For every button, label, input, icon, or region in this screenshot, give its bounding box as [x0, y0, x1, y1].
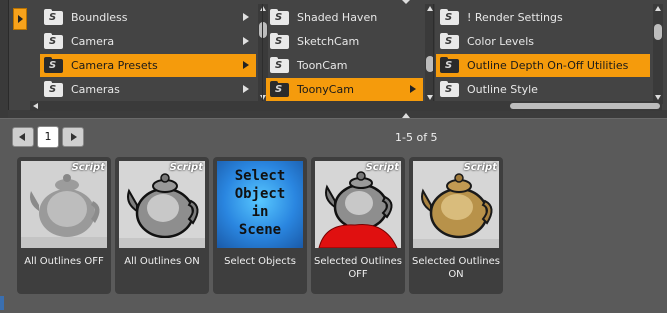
teapot-icon	[119, 161, 205, 248]
folder-item-shaded-haven[interactable]: S Shaded Haven	[266, 6, 423, 29]
tile-select-objects[interactable]: Select Object in Scene Select Objects	[213, 157, 307, 294]
expand-arrow-icon[interactable]	[243, 85, 249, 93]
folder-item-render-settings[interactable]: S ! Render Settings	[436, 6, 650, 29]
tile-label: All Outlines OFF	[24, 256, 104, 267]
arrow-left-icon	[19, 133, 25, 141]
folder-icon: S	[440, 34, 459, 49]
script-badge: Script	[71, 162, 105, 173]
scroll-left-icon[interactable]	[33, 103, 38, 109]
folder-label: Camera	[71, 35, 115, 48]
content-browser: S Boundless S Camera S Camera Presets S …	[0, 0, 667, 118]
expand-arrow-icon[interactable]	[243, 13, 249, 21]
page-number-field[interactable]: 1	[37, 126, 59, 148]
folder-icon: S	[270, 58, 289, 73]
expand-arrow-icon[interactable]	[243, 61, 249, 69]
folder-label: Color Levels	[467, 35, 534, 48]
tile-thumbnail: Select Object in Scene	[217, 161, 303, 248]
folder-icon: S	[440, 10, 459, 25]
top-collapse-handle[interactable]	[402, 0, 410, 4]
folder-icon: S	[44, 34, 63, 49]
tile-thumbnail: Script	[315, 161, 401, 248]
side-tab-marker[interactable]	[0, 296, 4, 310]
folder-item-camera-presets[interactable]: S Camera Presets	[40, 54, 256, 77]
folder-label: ToonyCam	[297, 83, 354, 96]
tile-all-outlines-off[interactable]: Script All Outlines OFF	[17, 157, 111, 294]
folder-item-outline-style[interactable]: S Outline Style	[436, 78, 650, 101]
folder-icon: S	[44, 82, 63, 97]
tile-thumbnail: Script	[119, 161, 205, 248]
folder-label: Boundless	[71, 11, 128, 24]
tile-thumbnail: Script	[413, 161, 499, 248]
folder-icon: S	[270, 34, 289, 49]
folder-item-tooncam[interactable]: S ToonCam	[266, 54, 423, 77]
folder-icon: S	[270, 10, 289, 25]
tile-selected-outlines-on[interactable]: Script Selected Outlines ON	[409, 157, 503, 294]
folder-item-camera[interactable]: S Camera	[40, 30, 256, 53]
content-tiles: Script All Outlines OFF Script All Outli…	[0, 154, 667, 313]
left-gutter	[0, 0, 8, 118]
folder-item-sketchcam[interactable]: S SketchCam	[266, 30, 423, 53]
folder-icon: S	[44, 58, 63, 73]
tile-label: All Outlines ON	[124, 256, 200, 267]
tile-selected-outlines-off[interactable]: Script Selected Outlines OFF	[311, 157, 405, 294]
teapot-icon	[315, 161, 401, 248]
expand-tree-button[interactable]	[13, 8, 27, 30]
folder-item-cameras[interactable]: S Cameras	[40, 78, 256, 101]
expand-arrow-icon[interactable]	[243, 37, 249, 45]
next-page-button[interactable]	[62, 127, 84, 147]
folder-label: Camera Presets	[71, 59, 158, 72]
result-count: 1-5 of 5	[395, 131, 438, 144]
browser-column-3: S ! Render Settings S Color Levels S Out…	[436, 5, 650, 105]
folder-item-color-levels[interactable]: S Color Levels	[436, 30, 650, 53]
tile-label: Select Objects	[224, 256, 296, 267]
folder-label: ! Render Settings	[467, 11, 563, 24]
scroll-down-icon[interactable]	[655, 95, 661, 100]
column-divider	[433, 4, 434, 104]
folder-label: SketchCam	[297, 35, 360, 48]
expand-arrow-icon[interactable]	[410, 85, 416, 93]
folder-item-outline-depth-utilities[interactable]: S Outline Depth On-Off Utilities	[436, 54, 650, 77]
tile-all-outlines-on[interactable]: Script All Outlines ON	[115, 157, 209, 294]
folder-item-boundless[interactable]: S Boundless	[40, 6, 256, 29]
thumbnail-caption: Select Object in Scene	[234, 168, 286, 238]
tile-label: Selected Outlines OFF	[314, 256, 402, 280]
column-3-scrollbar[interactable]	[653, 4, 663, 104]
pager-bar: 1 1-5 of 5	[0, 118, 667, 154]
tile-label: Selected Outlines ON	[412, 256, 500, 280]
scroll-thumb[interactable]	[654, 24, 662, 40]
folder-label: Outline Style	[467, 83, 538, 96]
folder-icon: S	[270, 82, 289, 97]
script-badge: Script	[169, 162, 203, 173]
teapot-icon	[21, 161, 107, 248]
browser-column-2: S Shaded Haven S SketchCam S ToonCam S T…	[266, 5, 423, 105]
teapot-icon	[413, 161, 499, 248]
browser-column-1: S Boundless S Camera S Camera Presets S …	[40, 5, 256, 105]
folder-label: Shaded Haven	[297, 11, 378, 24]
tile-thumbnail: Script	[21, 161, 107, 248]
column-divider	[262, 4, 263, 104]
folder-label: ToonCam	[297, 59, 348, 72]
previous-page-button[interactable]	[12, 127, 34, 147]
folder-label: Cameras	[71, 83, 120, 96]
folder-label: Outline Depth On-Off Utilities	[467, 59, 629, 72]
folder-item-toonycam[interactable]: S ToonyCam	[266, 78, 423, 101]
script-badge: Script	[365, 162, 399, 173]
horizontal-scrollbar[interactable]	[30, 101, 662, 111]
arrow-right-icon	[71, 133, 77, 141]
horizontal-scroll-thumb[interactable]	[510, 103, 660, 109]
folder-icon: S	[44, 10, 63, 25]
scroll-up-icon[interactable]	[655, 6, 661, 11]
folder-icon: S	[440, 82, 459, 97]
folder-icon: S	[440, 58, 459, 73]
script-badge: Script	[463, 162, 497, 173]
